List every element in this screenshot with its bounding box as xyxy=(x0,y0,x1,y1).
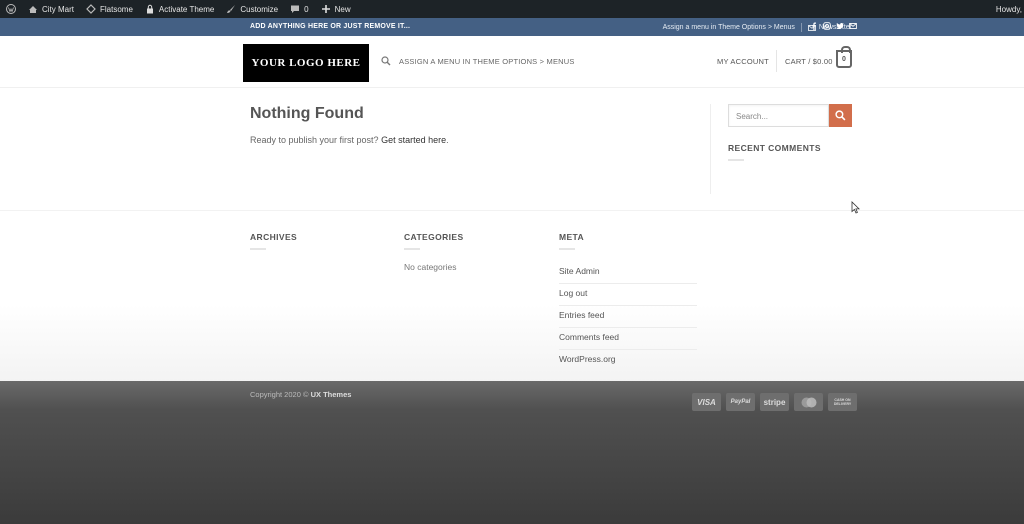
intro-end: . xyxy=(446,135,449,145)
widget-divider xyxy=(559,248,575,250)
meta-link-wordpress-org[interactable]: WordPress.org xyxy=(559,350,697,372)
site-name-menu[interactable]: City Mart xyxy=(22,0,80,18)
activate-theme-menu[interactable]: Activate Theme xyxy=(139,0,220,18)
wordpress-logo-menu[interactable] xyxy=(0,0,22,18)
wordpress-icon xyxy=(6,4,16,14)
facebook-icon[interactable] xyxy=(810,22,818,30)
instagram-icon[interactable] xyxy=(823,22,831,30)
search-icon[interactable] xyxy=(381,56,391,66)
cart-icon[interactable]: 0 xyxy=(836,46,852,68)
archives-heading: ARCHIVES xyxy=(250,232,298,242)
footer-widgets xyxy=(0,210,1024,382)
social-icons xyxy=(810,22,857,30)
copyright-brand[interactable]: UX Themes xyxy=(311,390,352,399)
comments-count: 0 xyxy=(304,4,309,14)
no-categories-text: No categories xyxy=(404,262,457,272)
main-menu-placeholder[interactable]: ASSIGN A MENU IN THEME OPTIONS > MENUS xyxy=(399,57,575,66)
meta-link-site-admin[interactable]: Site Admin xyxy=(559,262,697,284)
stripe-icon: stripe xyxy=(760,393,789,411)
top-bar-text: ADD ANYTHING HERE OR JUST REMOVE IT... xyxy=(250,23,411,30)
home-icon xyxy=(29,6,37,13)
plus-icon xyxy=(321,5,330,13)
widget-divider xyxy=(728,159,744,161)
visa-icon: VISA xyxy=(692,393,721,411)
meta-link-entries-feed[interactable]: Entries feed xyxy=(559,306,697,328)
meta-link-comments-feed[interactable]: Comments feed xyxy=(559,328,697,350)
no-posts-message: Ready to publish your first post? Get st… xyxy=(250,135,449,145)
top-bar-menu-link[interactable]: Assign a menu in Theme Options > Menus xyxy=(663,24,795,31)
mastercard-logo xyxy=(801,397,816,407)
widget-divider xyxy=(404,248,420,250)
top-bar: ADD ANYTHING HERE OR JUST REMOVE IT... A… xyxy=(0,18,1024,36)
my-account-link[interactable]: MY ACCOUNT xyxy=(717,57,769,66)
search-input[interactable]: Search... xyxy=(728,104,829,127)
intro-text: Ready to publish your first post? xyxy=(250,135,382,145)
meta-links: Site Admin Log out Entries feed Comments… xyxy=(559,262,697,372)
comments-menu[interactable]: 0 xyxy=(284,0,314,18)
wp-admin-bar: City Mart Flatsome Activate Theme Custom… xyxy=(0,0,1024,18)
mouse-cursor-icon xyxy=(851,201,860,214)
copyright-text: Copyright 2020 © UX Themes xyxy=(250,390,351,399)
meta-heading: META xyxy=(559,232,585,242)
lock-icon xyxy=(146,4,153,14)
get-started-link[interactable]: Get started here xyxy=(381,135,446,145)
customize-label: Customize xyxy=(240,4,279,14)
widget-divider xyxy=(250,248,266,250)
paypal-icon: PayPal xyxy=(726,393,755,411)
howdy-label: Howdy, xyxy=(995,4,1022,14)
meta-link-log-out[interactable]: Log out xyxy=(559,284,697,306)
site-logo[interactable]: YOUR LOGO HERE xyxy=(243,44,369,82)
recent-comments-heading: RECENT COMMENTS xyxy=(728,143,821,153)
search-submit-button[interactable] xyxy=(829,104,852,127)
page-title: Nothing Found xyxy=(250,105,364,122)
cash-on-delivery-icon: CASH ON DELIVERY xyxy=(828,393,857,411)
absolute-footer xyxy=(0,381,1024,524)
cart-link[interactable]: CART / $0.00 xyxy=(785,57,833,66)
payment-icons: VISA PayPal stripe CASH ON DELIVERY xyxy=(692,393,857,411)
email-icon[interactable] xyxy=(849,22,857,30)
site-header: YOUR LOGO HERE ASSIGN A MENU IN THEME OP… xyxy=(0,36,1024,88)
new-label: New xyxy=(334,4,351,14)
top-bar-divider xyxy=(800,23,802,32)
new-content-menu[interactable]: New xyxy=(315,0,357,18)
header-divider xyxy=(776,50,777,72)
howdy-menu[interactable]: Howdy, xyxy=(996,0,1022,18)
customize-menu[interactable]: Customize xyxy=(220,0,284,18)
brush-icon xyxy=(227,5,236,13)
flatsome-label: Flatsome xyxy=(100,4,133,14)
comment-icon xyxy=(291,5,300,13)
twitter-icon[interactable] xyxy=(836,22,844,30)
flatsome-icon xyxy=(86,4,96,14)
site-name: City Mart xyxy=(42,4,74,14)
cart-count: 0 xyxy=(842,55,846,63)
sidebar-divider xyxy=(710,104,711,194)
search-icon xyxy=(835,110,846,121)
copyright-prefix: Copyright 2020 © xyxy=(250,390,311,399)
activate-theme-label: Activate Theme xyxy=(158,4,215,14)
mastercard-icon xyxy=(794,393,823,411)
categories-heading: CATEGORIES xyxy=(404,232,464,242)
flatsome-menu[interactable]: Flatsome xyxy=(80,0,139,18)
